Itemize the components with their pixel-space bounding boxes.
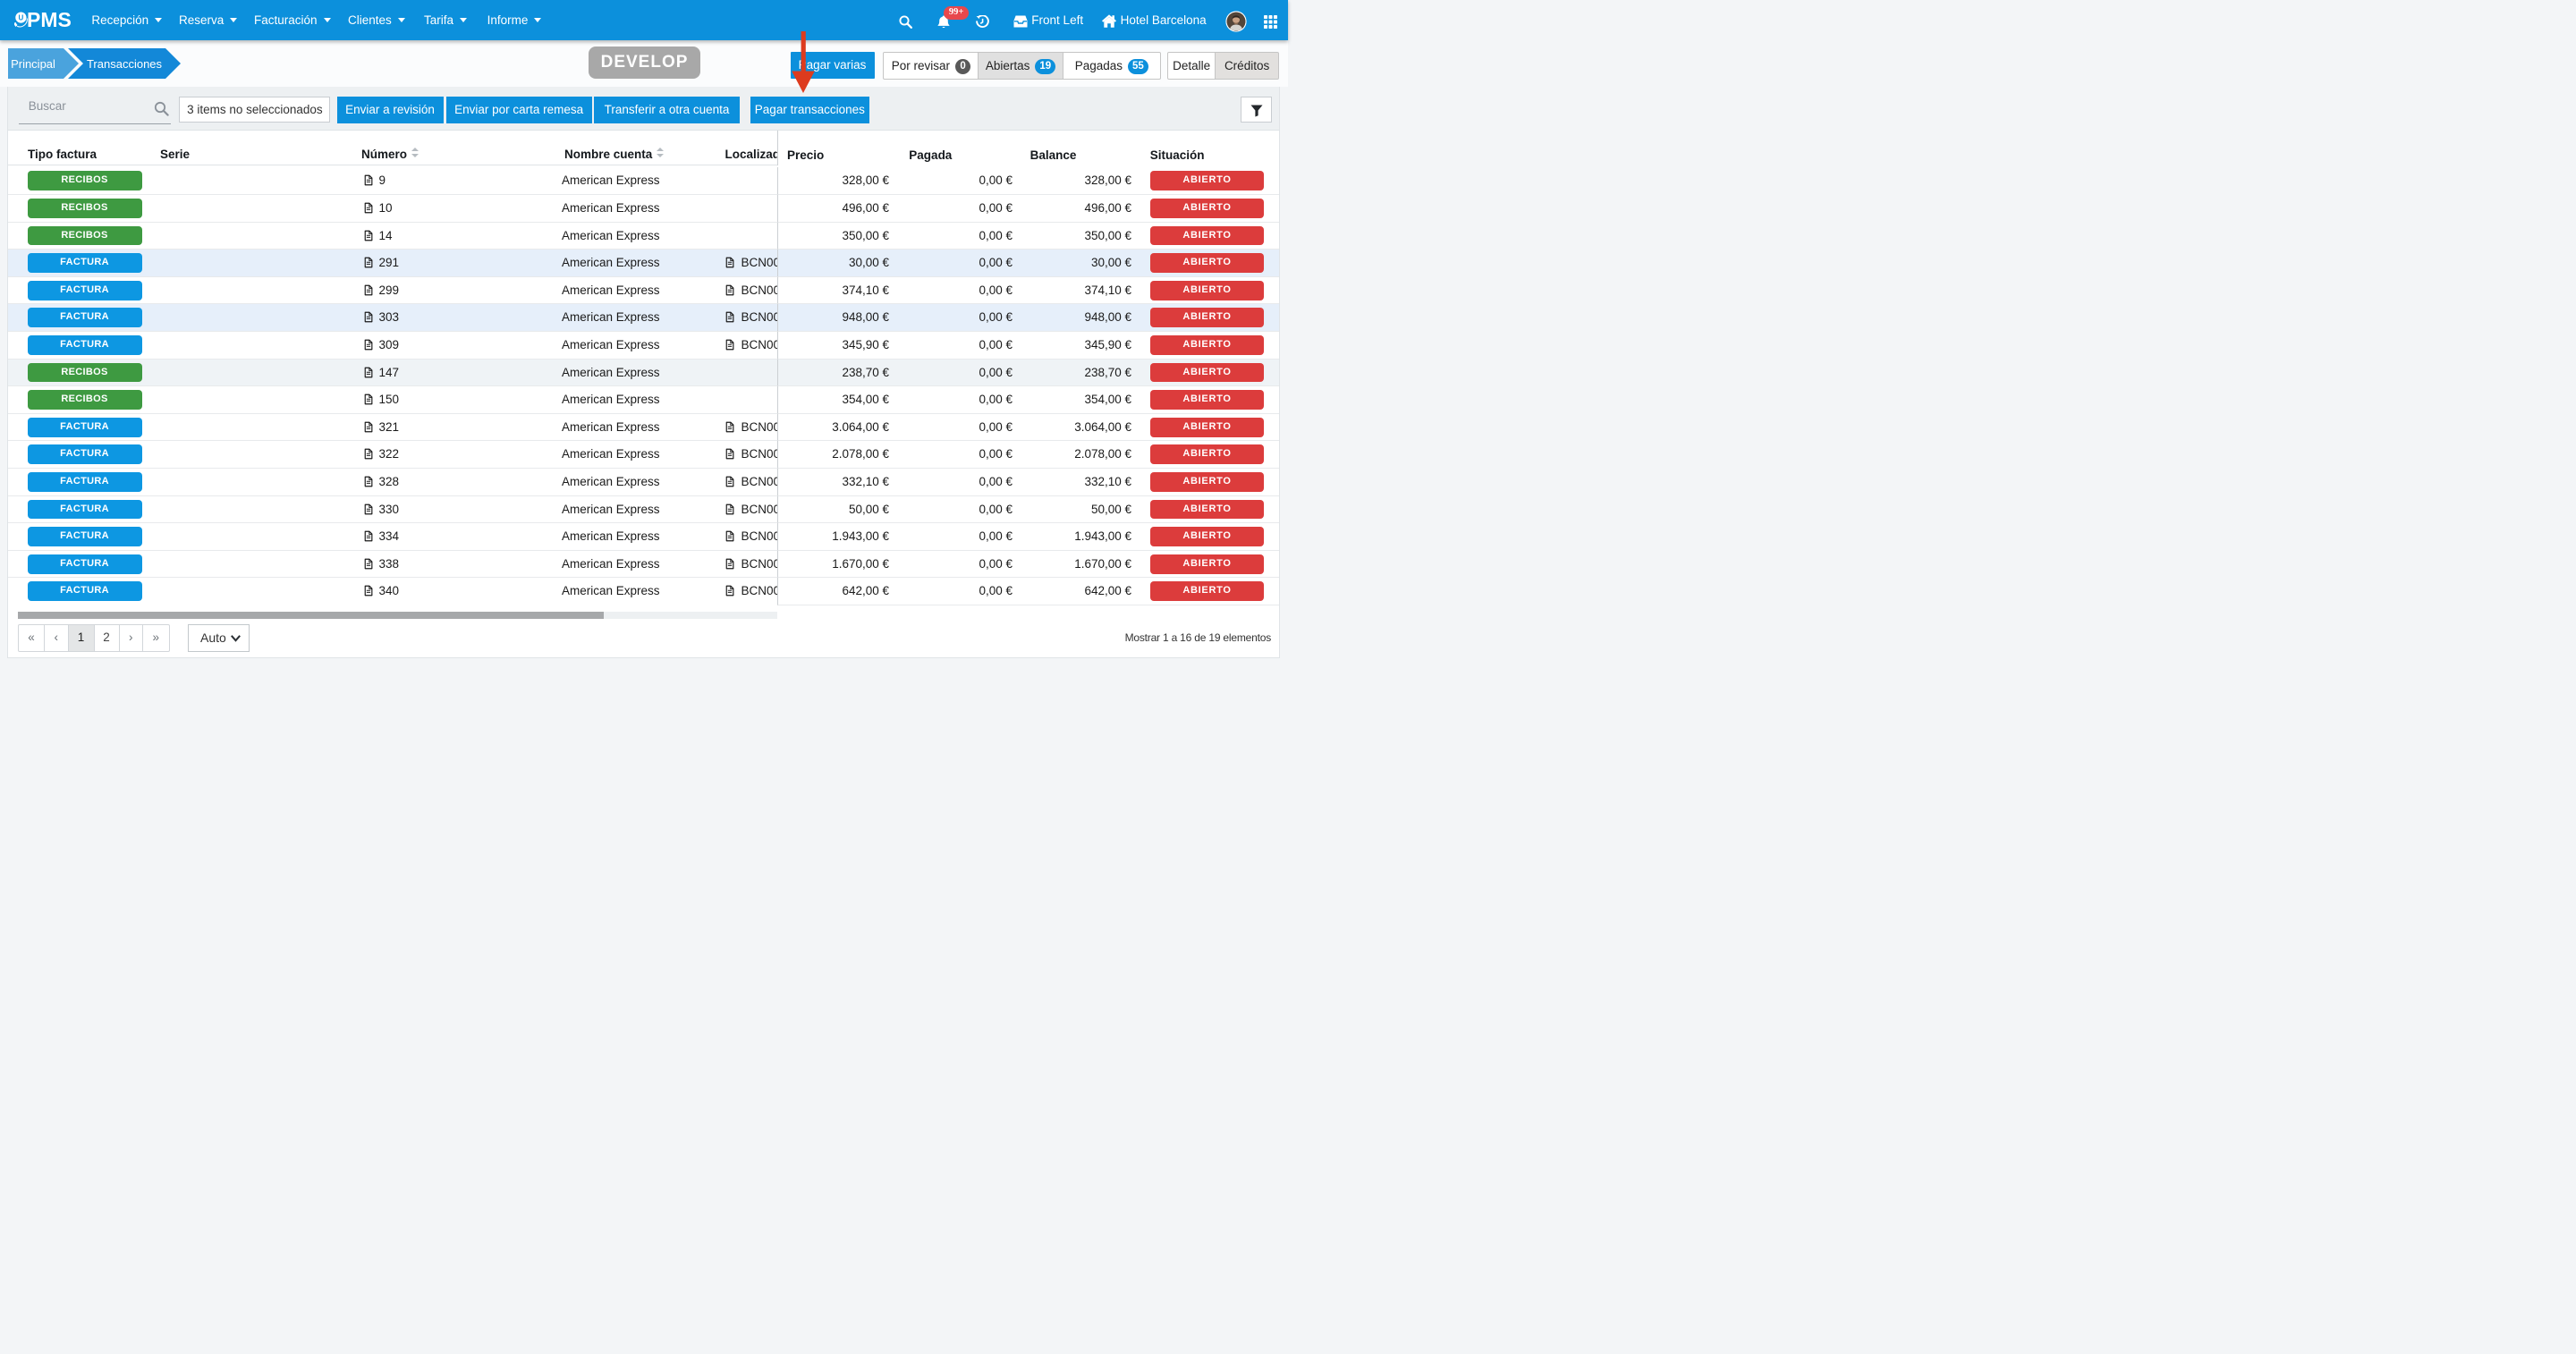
svg-text:Transacciones: Transacciones	[87, 57, 163, 71]
svg-text:Principal: Principal	[11, 57, 55, 71]
svg-text:U: U	[19, 14, 24, 22]
